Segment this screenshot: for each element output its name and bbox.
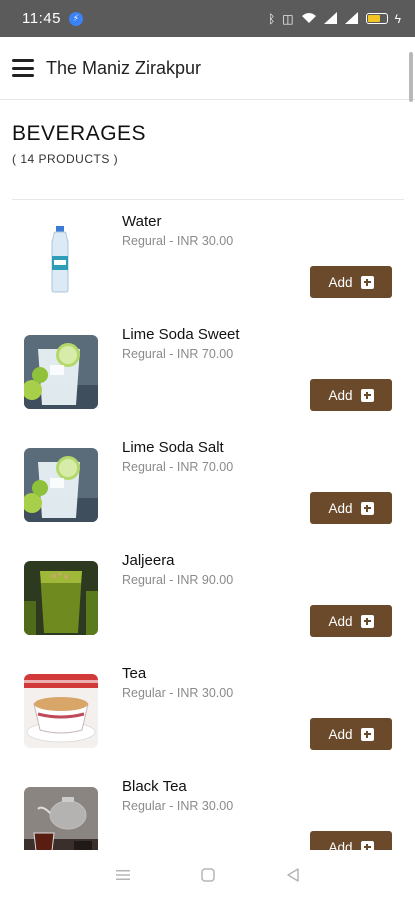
- wifi-icon: [301, 12, 317, 26]
- plus-icon: [360, 840, 374, 850]
- product-list: Water Regural - INR 30.00 Add Lime Soda …: [0, 200, 415, 850]
- add-button-label: Add: [328, 839, 353, 851]
- list-item: Black Tea Regular - INR 30.00 Add: [0, 765, 415, 850]
- signal-icon: [344, 11, 359, 26]
- product-price: Regural - INR 90.00: [122, 573, 234, 587]
- list-item: Lime Soda Sweet Regural - INR 70.00 Add: [0, 313, 415, 426]
- add-button-label: Add: [328, 387, 353, 403]
- plus-icon: [360, 275, 374, 289]
- status-time: 11:45: [22, 10, 61, 27]
- messenger-icon: ⚡: [68, 11, 83, 26]
- product-price: Regular - INR 30.00: [122, 686, 234, 700]
- list-item: Lime Soda Salt Regural - INR 70.00 Add: [0, 426, 415, 539]
- bluetooth-icon: ᛒ: [268, 11, 276, 26]
- category-title: BEVERAGES: [12, 122, 147, 145]
- status-bar: 11:45 ⚡ ᛒ ◫ ϟ: [0, 0, 415, 37]
- charging-icon: ϟ: [394, 11, 401, 26]
- product-name: Water: [122, 213, 162, 230]
- product-price: Regural - INR 30.00: [122, 234, 234, 248]
- plus-icon: [360, 501, 374, 515]
- list-item: Tea Regular - INR 30.00 Add: [0, 652, 415, 765]
- list-item: Water Regural - INR 30.00 Add: [0, 200, 415, 313]
- list-item: Jaljeera Regural - INR 90.00 Add: [0, 539, 415, 652]
- plus-icon: [360, 727, 374, 741]
- vibrate-icon: ◫: [282, 11, 294, 26]
- product-price: Regular - INR 30.00: [122, 799, 234, 813]
- add-button[interactable]: Add: [310, 831, 392, 850]
- product-name: Black Tea: [122, 778, 187, 795]
- product-name: Lime Soda Salt: [122, 439, 224, 456]
- product-image-jaljeera[interactable]: [24, 561, 98, 635]
- product-price: Regural - INR 70.00: [122, 460, 234, 474]
- status-icons: ᛒ ◫ ϟ: [268, 11, 401, 26]
- add-button-label: Add: [328, 274, 353, 290]
- home-icon[interactable]: [198, 865, 218, 885]
- product-image-lime-soda-salt[interactable]: [24, 448, 98, 522]
- product-price: Regural - INR 70.00: [122, 347, 234, 361]
- app-bar: The Maniz Zirakpur: [0, 37, 415, 100]
- hamburger-menu-icon[interactable]: [12, 59, 34, 77]
- add-button[interactable]: Add: [310, 266, 392, 298]
- back-icon[interactable]: [283, 865, 303, 885]
- category-count: ( 14 PRODUCTS ): [12, 152, 119, 166]
- product-image-black-tea[interactable]: [24, 787, 98, 850]
- add-button-label: Add: [328, 726, 353, 742]
- add-button[interactable]: Add: [310, 492, 392, 524]
- product-image-water[interactable]: [24, 222, 98, 296]
- add-button[interactable]: Add: [310, 379, 392, 411]
- product-name: Lime Soda Sweet: [122, 326, 240, 343]
- add-button[interactable]: Add: [310, 718, 392, 750]
- signal-icon: [323, 11, 338, 26]
- add-button-label: Add: [328, 613, 353, 629]
- add-button[interactable]: Add: [310, 605, 392, 637]
- system-nav-bar: [0, 850, 415, 900]
- product-image-tea[interactable]: [24, 674, 98, 748]
- product-image-lime-soda-sweet[interactable]: [24, 335, 98, 409]
- category-header: BEVERAGES ( 14 PRODUCTS ): [12, 122, 146, 166]
- plus-icon: [360, 388, 374, 402]
- battery-icon: [365, 13, 388, 24]
- scrollbar[interactable]: [409, 52, 413, 102]
- product-name: Tea: [122, 665, 147, 682]
- page-title: The Maniz Zirakpur: [46, 57, 202, 78]
- recents-icon[interactable]: [113, 865, 133, 885]
- add-button-label: Add: [328, 500, 353, 516]
- product-name: Jaljeera: [122, 552, 175, 569]
- plus-icon: [360, 614, 374, 628]
